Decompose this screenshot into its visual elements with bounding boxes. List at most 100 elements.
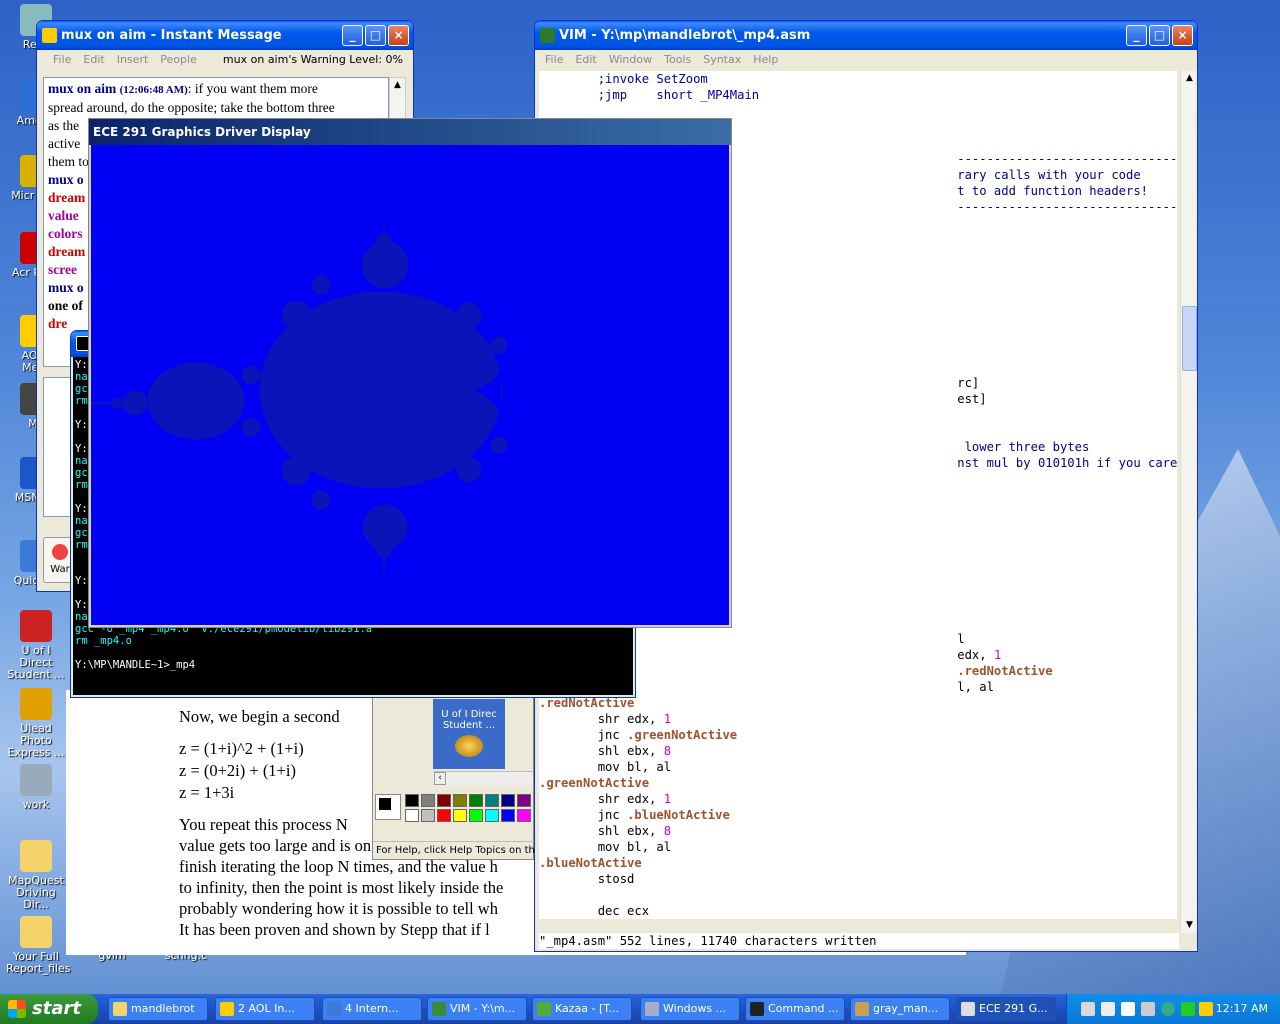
desktop-app-icon [20,840,52,872]
mandelbrot-canvas[interactable] [91,145,729,625]
menu-item-syntax[interactable]: Syntax [703,53,741,66]
maximize-button[interactable]: □ [365,25,386,46]
desktop-icon-label: Your Full Report_files [6,950,71,975]
palette-color-swatch[interactable] [485,794,499,807]
close-button[interactable]: × [1172,25,1193,46]
aim-message-text: scree [48,262,77,277]
tray-icon-messenger[interactable] [1161,1002,1175,1016]
desktop-icon[interactable]: work [6,764,66,811]
tray-icon-network[interactable] [1101,1002,1115,1016]
taskbar-button-label: 2 AOL In... [238,1002,295,1015]
menu-item-help[interactable]: Help [753,53,778,66]
aim-message-line: spread around, do the opposite; take the… [48,99,384,117]
aim-message-line: mux on aim (12:06:48 AM): if you want th… [48,80,384,99]
cmd-line: Y:\MP\MANDLE~1>_mp4 [75,659,196,671]
palette-color-swatch[interactable] [485,809,499,822]
palette-color-swatch[interactable] [469,794,483,807]
desktop-icon[interactable]: U of I Direct Student ... [6,610,66,681]
scroll-left-icon[interactable]: ‹ [434,772,446,785]
desktop-icon[interactable]: MapQuest Driving Dir... [6,840,66,911]
graphics-driver-window: ECE 291 Graphics Driver Display [88,118,732,628]
palette-color-swatch[interactable] [421,809,435,822]
paint-color-palette [405,794,535,824]
aim-title: mux on aim - Instant Message [61,28,282,43]
warn-icon [52,544,68,560]
taskbar-button[interactable]: 4 Intern... [322,997,422,1021]
palette-color-swatch[interactable] [453,794,467,807]
menu-item-file[interactable]: File [53,53,71,66]
scroll-up-icon[interactable]: ▲ [390,78,405,93]
paint-current-colors[interactable] [375,794,401,820]
vim-menubar: File Edit Window Tools Syntax Help [535,50,1197,70]
taskbar-app-icon [645,1002,659,1016]
palette-color-swatch[interactable] [517,794,531,807]
paint-window: U of I Direc Student ... ‹ For Help, cli… [372,690,535,860]
taskbar-button[interactable]: ECE 291 G... [956,997,1056,1021]
aim-sender-name[interactable]: mux on aim [48,81,116,96]
menu-item-edit[interactable]: Edit [575,53,596,66]
taskbar-app-icon [961,1002,975,1016]
minimize-button[interactable]: _ [342,25,363,46]
tray-icon-aim[interactable] [1199,1002,1213,1016]
paint-hscrollbar[interactable]: ‹ [433,771,533,785]
gfx-titlebar[interactable]: ECE 291 Graphics Driver Display [89,119,731,145]
ulead-icon [455,735,483,757]
taskbar-app-icon [220,1002,234,1016]
menu-item-tools[interactable]: Tools [664,53,691,66]
tray-icon-green[interactable] [1181,1002,1195,1016]
desktop-icon-label: work [22,798,50,811]
menu-item-window[interactable]: Window [609,53,652,66]
aim-message-time: (12:06:48 AM) [119,84,188,96]
scroll-down-icon[interactable]: ▼ [1182,918,1197,933]
tray-icon-speaker[interactable] [1141,1002,1155,1016]
palette-color-swatch[interactable] [421,794,435,807]
taskbar-button[interactable]: VIM - Y:\m... [427,997,527,1021]
desktop-icon[interactable]: Your Full Report_files [6,916,71,975]
start-button[interactable]: start [0,994,98,1024]
menu-item-file[interactable]: File [545,53,563,66]
palette-color-swatch[interactable] [405,794,419,807]
taskbar-button[interactable]: gray_man... [850,997,950,1021]
taskbar-button[interactable]: mandlebrot [108,997,208,1021]
palette-color-swatch[interactable] [453,809,467,822]
palette-color-swatch[interactable] [437,794,451,807]
palette-color-swatch[interactable] [517,809,531,822]
taskbar-app-icon [113,1002,127,1016]
palette-color-swatch[interactable] [501,794,515,807]
taskbar-app-icon [432,1002,446,1016]
taskbar-app-icon [327,1002,341,1016]
menu-item-insert[interactable]: Insert [117,53,149,66]
scroll-up-icon[interactable]: ▲ [1182,71,1197,86]
minimize-button[interactable]: _ [1126,25,1147,46]
tray-icon-help[interactable] [1121,1002,1135,1016]
tray-icon-pen[interactable] [1081,1002,1095,1016]
palette-color-swatch[interactable] [405,809,419,822]
taskbar-button[interactable]: Kazaa - [T... [532,997,632,1021]
aim-titlebar[interactable]: mux on aim - Instant Message _ □ × [37,21,413,50]
aim-message-text: active [48,136,81,151]
palette-color-swatch[interactable] [501,809,515,822]
desktop-icon[interactable]: Ulead Photo Express ... [6,688,66,759]
vim-scroll-thumb[interactable] [1182,306,1197,371]
menu-item-edit[interactable]: Edit [83,53,104,66]
palette-color-swatch[interactable] [469,809,483,822]
desktop-app-icon [20,610,52,642]
menu-item-people[interactable]: People [160,53,197,66]
vim-titlebar[interactable]: VIM - Y:\mp\mandlebrot\_mp4.asm _ □ × [535,21,1197,50]
aim-message-text: : if you want them more [187,81,318,96]
aim-message-text: value [48,208,79,223]
maximize-button[interactable]: □ [1149,25,1170,46]
taskbar-button[interactable]: 2 AOL In... [215,997,315,1021]
aim-message-text: as the [48,118,80,133]
vim-vscrollbar[interactable]: ▲ ▼ [1180,71,1197,933]
aim-message-text: colors [48,226,83,241]
taskbar-button-label: gray_man... [873,1002,939,1015]
close-button[interactable]: × [388,25,409,46]
palette-color-swatch[interactable] [437,809,451,822]
taskbar-button[interactable]: Windows ... [640,997,740,1021]
desktop-icon-label: U of I Direct Student ... [7,644,65,681]
windows-logo-icon [8,1000,26,1018]
clock: 12:17 AM [1215,1002,1268,1015]
aim-message-text: mux o [48,280,84,295]
taskbar-button[interactable]: Command ... [745,997,845,1021]
